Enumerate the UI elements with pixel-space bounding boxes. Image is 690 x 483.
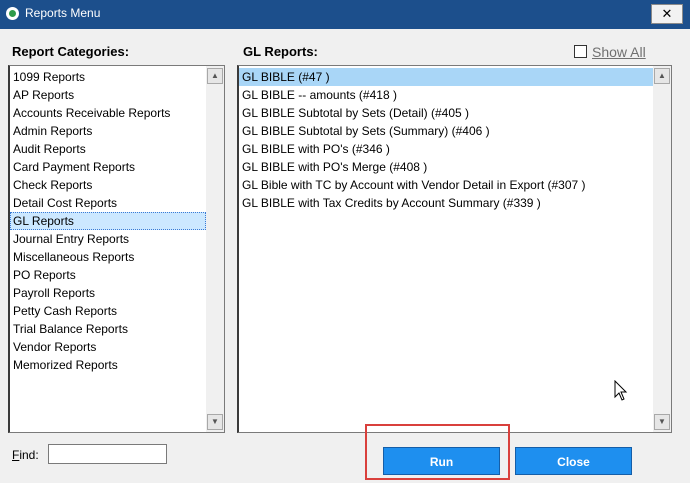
category-item[interactable]: Admin Reports [10, 122, 206, 140]
report-categories-list[interactable]: 1099 Reports AP Reports Accounts Receivabl… [8, 65, 225, 433]
category-item[interactable]: Petty Cash Reports [10, 302, 206, 320]
gl-reports-list[interactable]: GL BIBLE (#47 ) GL BIBLE -- amounts (#418… [237, 65, 672, 433]
close-button[interactable]: Close [515, 447, 632, 475]
category-item[interactable]: Journal Entry Reports [10, 230, 206, 248]
category-item[interactable]: PO Reports [10, 266, 206, 284]
window-title: Reports Menu [25, 6, 101, 20]
gl-report-item[interactable]: GL BIBLE with PO's Merge (#408 ) [239, 158, 653, 176]
category-item[interactable]: Audit Reports [10, 140, 206, 158]
gl-report-item[interactable]: GL BIBLE Subtotal by Sets (Summary) (#40… [239, 122, 653, 140]
categories-items: 1099 Reports AP Reports Accounts Receivabl… [10, 68, 206, 374]
category-item[interactable]: 1099 Reports [10, 68, 206, 86]
gl-reports-items: GL BIBLE (#47 ) GL BIBLE -- amounts (#418… [239, 68, 653, 212]
title-bar: Reports Menu ✕ [0, 0, 690, 29]
show-all-checkbox[interactable] [574, 45, 587, 58]
app-logo-icon [6, 7, 19, 20]
mouse-pointer-icon [614, 380, 628, 401]
gl-reports-scrollbar[interactable]: ▲ ▼ [653, 66, 671, 432]
find-input[interactable] [48, 444, 167, 464]
category-item[interactable]: Accounts Receivable Reports [10, 104, 206, 122]
category-item[interactable]: GL Reports [10, 212, 206, 230]
gl-report-item[interactable]: GL BIBLE with PO's (#346 ) [239, 140, 653, 158]
window-close-button[interactable]: ✕ [651, 4, 683, 24]
gl-report-item[interactable]: GL BIBLE with Tax Credits by Account Sum… [239, 194, 653, 212]
gl-reports-label: GL Reports: [243, 44, 318, 59]
scroll-down-arrow-icon[interactable]: ▼ [207, 414, 223, 430]
category-item[interactable]: Memorized Reports [10, 356, 206, 374]
gl-report-item[interactable]: GL Bible with TC by Account with Vendor … [239, 176, 653, 194]
category-item[interactable]: Check Reports [10, 176, 206, 194]
category-item[interactable]: AP Reports [10, 86, 206, 104]
scroll-up-arrow-icon[interactable]: ▲ [207, 68, 223, 84]
category-item[interactable]: Card Payment Reports [10, 158, 206, 176]
scroll-down-arrow-icon[interactable]: ▼ [654, 414, 670, 430]
run-button[interactable]: Run [383, 447, 500, 475]
gl-report-item[interactable]: GL BIBLE Subtotal by Sets (Detail) (#405… [239, 104, 653, 122]
categories-label: Report Categories: [12, 44, 130, 59]
show-all-label[interactable]: Show All [592, 44, 646, 60]
gl-report-item[interactable]: GL BIBLE -- amounts (#418 ) [239, 86, 653, 104]
category-item[interactable]: Detail Cost Reports [10, 194, 206, 212]
category-item[interactable]: Miscellaneous Reports [10, 248, 206, 266]
gl-report-item[interactable]: GL BIBLE (#47 ) [239, 68, 653, 86]
category-item[interactable]: Trial Balance Reports [10, 320, 206, 338]
categories-scrollbar[interactable]: ▲ ▼ [206, 66, 224, 432]
category-item[interactable]: Payroll Reports [10, 284, 206, 302]
category-item[interactable]: Vendor Reports [10, 338, 206, 356]
scroll-up-arrow-icon[interactable]: ▲ [654, 68, 670, 84]
find-label: Find: [12, 448, 39, 462]
